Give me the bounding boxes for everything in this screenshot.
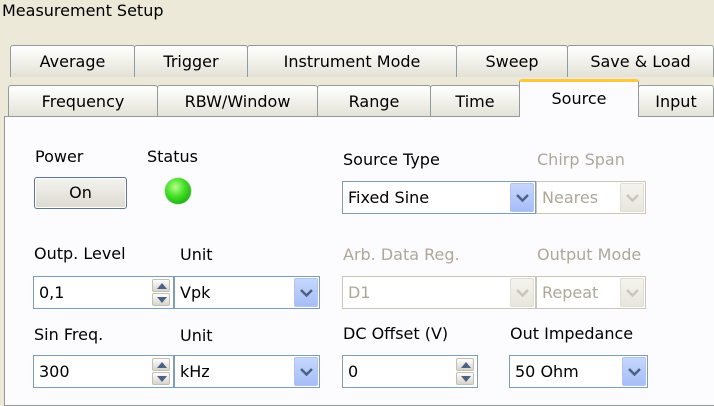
out-impedance-select[interactable]: 50 Ohm xyxy=(509,355,648,388)
sin-freq-value: 300 xyxy=(39,362,70,381)
tab-instrument-mode[interactable]: Instrument Mode xyxy=(247,45,457,77)
arb-data-reg-select[interactable]: D1 xyxy=(342,276,536,309)
dc-offset-value: 0 xyxy=(348,362,359,381)
source-type-select[interactable]: Fixed Sine xyxy=(342,181,536,214)
chevron-down-icon xyxy=(626,194,639,203)
chevron-down-icon xyxy=(626,289,639,298)
spin-up-button[interactable] xyxy=(456,358,474,371)
arrow-down-icon xyxy=(461,376,471,382)
output-level-label: Outp. Level xyxy=(34,244,126,263)
source-type-value: Fixed Sine xyxy=(348,188,430,207)
output-level-unit-value: Vpk xyxy=(180,283,211,302)
source-type-dropdown-button[interactable] xyxy=(510,183,534,212)
out-impedance-label: Out Impedance xyxy=(510,324,634,343)
arrow-up-icon xyxy=(157,283,167,289)
spin-up-button[interactable] xyxy=(152,358,170,371)
sin-freq-spinner[interactable] xyxy=(152,358,170,385)
sin-freq-unit-select[interactable]: kHz xyxy=(174,355,320,388)
dc-offset-label: DC Offset (V) xyxy=(343,324,449,343)
chirp-span-dropdown-button[interactable] xyxy=(620,183,644,212)
sin-freq-unit-label: Unit xyxy=(180,326,213,345)
dc-offset-input[interactable]: 0 xyxy=(342,355,478,388)
chevron-down-icon xyxy=(300,368,313,377)
tab-time[interactable]: Time xyxy=(430,85,520,117)
status-led-indicator xyxy=(165,178,191,204)
arb-data-reg-dropdown-button[interactable] xyxy=(510,278,534,307)
tab-range[interactable]: Range xyxy=(317,85,431,117)
tab-sweep[interactable]: Sweep xyxy=(456,45,568,77)
dc-offset-spinner[interactable] xyxy=(456,358,474,385)
tab-save-load[interactable]: Save & Load xyxy=(567,45,714,77)
sin-freq-label: Sin Freq. xyxy=(34,325,104,344)
spin-up-button[interactable] xyxy=(152,279,170,292)
output-mode-value: Repeat xyxy=(542,283,599,302)
sin-freq-unit-value: kHz xyxy=(180,362,210,381)
out-impedance-dropdown-button[interactable] xyxy=(622,357,646,386)
sin-freq-input[interactable]: 300 xyxy=(33,355,174,388)
chevron-down-icon xyxy=(516,289,529,298)
power-label: Power xyxy=(35,147,84,166)
output-mode-select[interactable]: Repeat xyxy=(536,276,646,309)
chirp-span-value: Neares xyxy=(542,188,599,207)
arb-data-reg-label: Arb. Data Reg. xyxy=(343,245,460,264)
chevron-down-icon xyxy=(628,368,641,377)
window-title: Measurement Setup xyxy=(2,1,164,20)
tab-source[interactable]: Source xyxy=(519,79,639,117)
output-level-unit-label: Unit xyxy=(180,245,213,264)
chevron-down-icon xyxy=(516,194,529,203)
tab-average[interactable]: Average xyxy=(10,45,135,77)
arrow-up-icon xyxy=(461,362,471,368)
sin-freq-unit-dropdown-button[interactable] xyxy=(294,357,318,386)
spin-down-button[interactable] xyxy=(456,372,474,385)
spin-down-button[interactable] xyxy=(152,293,170,306)
output-level-spinner[interactable] xyxy=(152,279,170,306)
tab-trigger[interactable]: Trigger xyxy=(134,45,248,77)
source-type-label: Source Type xyxy=(343,150,440,169)
arrow-down-icon xyxy=(157,376,167,382)
chevron-down-icon xyxy=(300,289,313,298)
output-mode-label: Output Mode xyxy=(537,245,642,264)
arrow-down-icon xyxy=(157,297,167,303)
output-level-value: 0,1 xyxy=(39,283,65,302)
power-on-button[interactable]: On xyxy=(34,177,127,209)
spin-down-button[interactable] xyxy=(152,372,170,385)
output-level-unit-select[interactable]: Vpk xyxy=(174,276,320,309)
tab-frequency[interactable]: Frequency xyxy=(8,85,158,117)
arrow-up-icon xyxy=(157,362,167,368)
tab-rbw-window[interactable]: RBW/Window xyxy=(157,85,318,117)
tab-input[interactable]: Input xyxy=(638,85,714,117)
chirp-span-label: Chirp Span xyxy=(537,150,625,169)
output-mode-dropdown-button[interactable] xyxy=(620,278,644,307)
out-impedance-value: 50 Ohm xyxy=(515,362,579,381)
output-level-unit-dropdown-button[interactable] xyxy=(294,278,318,307)
chirp-span-select[interactable]: Neares xyxy=(536,181,646,214)
status-label: Status xyxy=(147,147,198,166)
arb-data-reg-value: D1 xyxy=(348,283,371,302)
output-level-input[interactable]: 0,1 xyxy=(33,276,174,309)
